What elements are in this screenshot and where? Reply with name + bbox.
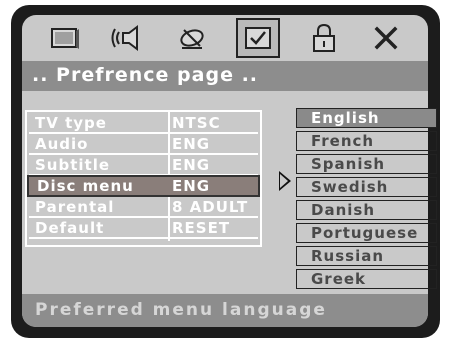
menu-row-parental[interactable]: Parental 8 ADULT xyxy=(29,198,258,218)
language-label: Russian xyxy=(311,247,385,265)
menu-row-label: Disc menu xyxy=(37,177,134,195)
menu-row-value: RESET xyxy=(172,219,231,237)
language-option-portuguese[interactable]: Portuguese xyxy=(296,223,437,243)
language-option-danish[interactable]: Danish xyxy=(296,200,437,220)
language-option-french[interactable]: French xyxy=(296,131,437,151)
page-title-bar: .. Prefrence page .. xyxy=(22,61,428,91)
menu-row-label: Audio xyxy=(35,135,89,153)
close-icon[interactable] xyxy=(366,21,406,55)
menu-row-audio[interactable]: Audio ENG xyxy=(29,135,258,155)
submenu-arrow-icon xyxy=(279,171,291,191)
menu-row-tv-type[interactable]: TV type NTSC xyxy=(29,114,258,134)
language-label: English xyxy=(311,109,380,127)
language-label: Danish xyxy=(311,201,376,219)
status-bar: Preferred menu language xyxy=(22,294,428,327)
language-label: Portuguese xyxy=(311,224,419,242)
language-label: Spanish xyxy=(311,155,386,173)
language-list: English French Spanish Swedish Danish Po… xyxy=(296,108,437,292)
menu-row-label: Default xyxy=(35,219,105,237)
menu-row-label: Subtitle xyxy=(35,156,111,174)
page-title: .. Prefrence page .. xyxy=(32,64,259,86)
language-option-english[interactable]: English xyxy=(296,108,437,128)
menu-row-value: 8 ADULT xyxy=(172,198,249,216)
menu-row-value: ENG xyxy=(172,135,211,153)
menu-row-value: ENG xyxy=(172,156,211,174)
menu-row-value: NTSC xyxy=(172,114,221,132)
settings-menu: TV type NTSC Audio ENG Subtitle ENG Disc… xyxy=(25,110,262,247)
language-option-russian[interactable]: Russian xyxy=(296,246,437,266)
menu-row-label: TV type xyxy=(35,114,107,132)
lock-icon[interactable] xyxy=(304,21,344,55)
menu-row-default[interactable]: Default RESET xyxy=(29,219,258,239)
language-label: French xyxy=(311,132,375,150)
checkbox-icon[interactable] xyxy=(236,18,280,58)
speaker-icon[interactable] xyxy=(108,21,148,55)
language-label: Swedish xyxy=(311,178,389,196)
menu-row-disc-menu[interactable]: Disc menu ENG xyxy=(27,175,260,197)
icon-bar xyxy=(22,15,428,59)
language-option-swedish[interactable]: Swedish xyxy=(296,177,437,197)
language-label: Greek xyxy=(311,270,367,288)
language-option-spanish[interactable]: Spanish xyxy=(296,154,437,174)
menu-row-label: Parental xyxy=(35,198,115,216)
language-option-greek[interactable]: Greek xyxy=(296,269,437,289)
menu-row-subtitle[interactable]: Subtitle ENG xyxy=(29,156,258,176)
menu-row-value: ENG xyxy=(172,177,211,195)
status-text: Preferred menu language xyxy=(35,300,327,320)
satellite-icon[interactable] xyxy=(172,21,212,55)
tv-icon[interactable] xyxy=(44,21,84,55)
